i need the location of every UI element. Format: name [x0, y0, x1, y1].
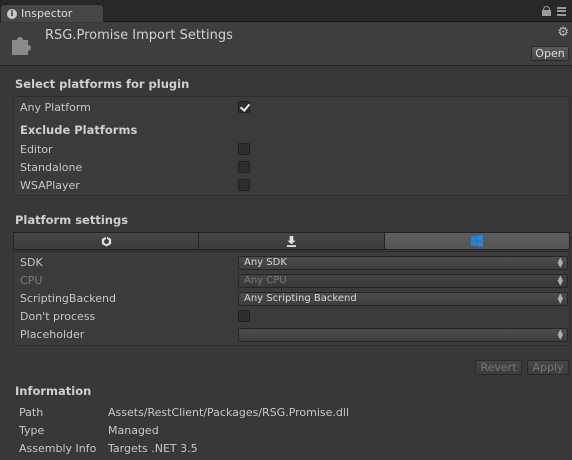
page-title: RSG.Promise Import Settings: [45, 28, 233, 43]
tab-inspector[interactable]: i Inspector: [0, 4, 104, 22]
assembly-info-value: Targets .NET 3.5: [108, 442, 198, 455]
type-value: Managed: [108, 424, 159, 437]
dropdown-arrows-icon: ▲ ▼: [557, 274, 563, 287]
windows-icon: [470, 235, 483, 247]
cpu-dropdown: Any CPU ▲ ▼: [238, 274, 568, 288]
tab-label: Inspector: [21, 7, 73, 20]
cpu-label: CPU: [20, 274, 43, 287]
placeholder-dropdown[interactable]: ▲ ▼: [238, 328, 568, 342]
exclude-editor-label: Editor: [20, 143, 53, 156]
select-platforms-group: Any Platform Exclude Platforms Editor St…: [13, 96, 570, 196]
exclude-standalone-checkbox[interactable]: [238, 161, 250, 173]
sdk-dropdown[interactable]: Any SDK ▲ ▼: [238, 256, 568, 270]
menu-icon[interactable]: [557, 6, 566, 16]
platform-tabs: [13, 232, 570, 250]
select-platforms-header: Select platforms for plugin: [15, 77, 190, 91]
cpu-value: Any CPU: [244, 275, 287, 286]
exclude-wsaplayer-checkbox[interactable]: [238, 179, 250, 191]
sdk-label: SDK: [20, 256, 43, 269]
platform-settings-group: SDK Any SDK ▲ ▼ CPU Any CPU ▲ ▼ ScriptingB…: [13, 251, 570, 346]
inspector-header: RSG.Promise Import Settings ⚙ Open: [0, 23, 572, 66]
path-value: Assets/RestClient/Packages/RSG.Promise.d…: [108, 406, 350, 419]
exclude-wsaplayer-label: WSAPlayer: [20, 179, 80, 192]
tab-platform-standalone[interactable]: [199, 233, 385, 249]
tab-bar: i Inspector: [0, 0, 572, 22]
dont-process-checkbox[interactable]: [238, 310, 250, 322]
tab-platform-default[interactable]: [14, 233, 200, 249]
tab-platform-windows[interactable]: [384, 233, 569, 249]
scripting-backend-dropdown[interactable]: Any Scripting Backend ▲ ▼: [238, 292, 568, 306]
path-label: Path: [19, 406, 44, 419]
revert-button[interactable]: Revert: [475, 360, 522, 375]
any-platform-checkbox[interactable]: [238, 101, 250, 113]
gear-icon[interactable]: ⚙: [557, 26, 569, 39]
dropdown-arrows-icon: ▲ ▼: [557, 292, 563, 305]
sdk-value: Any SDK: [244, 257, 287, 268]
dropdown-arrows-icon: ▲ ▼: [557, 256, 563, 269]
exclude-platforms-header: Exclude Platforms: [20, 123, 138, 137]
unity-icon: [101, 235, 111, 247]
type-label: Type: [19, 424, 45, 437]
exclude-standalone-label: Standalone: [20, 161, 83, 174]
apply-button[interactable]: Apply: [527, 360, 569, 375]
puzzle-icon: [12, 37, 31, 55]
dropdown-arrows-icon: ▲ ▼: [557, 328, 563, 341]
dont-process-label: Don't process: [20, 310, 96, 323]
platform-settings-header: Platform settings: [15, 213, 129, 227]
assembly-info-label: Assembly Info: [19, 442, 97, 455]
exclude-editor-checkbox[interactable]: [238, 143, 250, 155]
open-button[interactable]: Open: [531, 46, 569, 61]
placeholder-label: Placeholder: [20, 328, 85, 341]
scripting-backend-label: ScriptingBackend: [20, 292, 116, 305]
lock-icon[interactable]: [542, 6, 551, 16]
tab-tools: [542, 6, 566, 16]
any-platform-label: Any Platform: [20, 101, 91, 114]
information-header: Information: [15, 384, 92, 398]
download-icon: [286, 235, 297, 247]
info-icon: i: [7, 8, 17, 19]
scripting-backend-value: Any Scripting Backend: [244, 293, 357, 304]
